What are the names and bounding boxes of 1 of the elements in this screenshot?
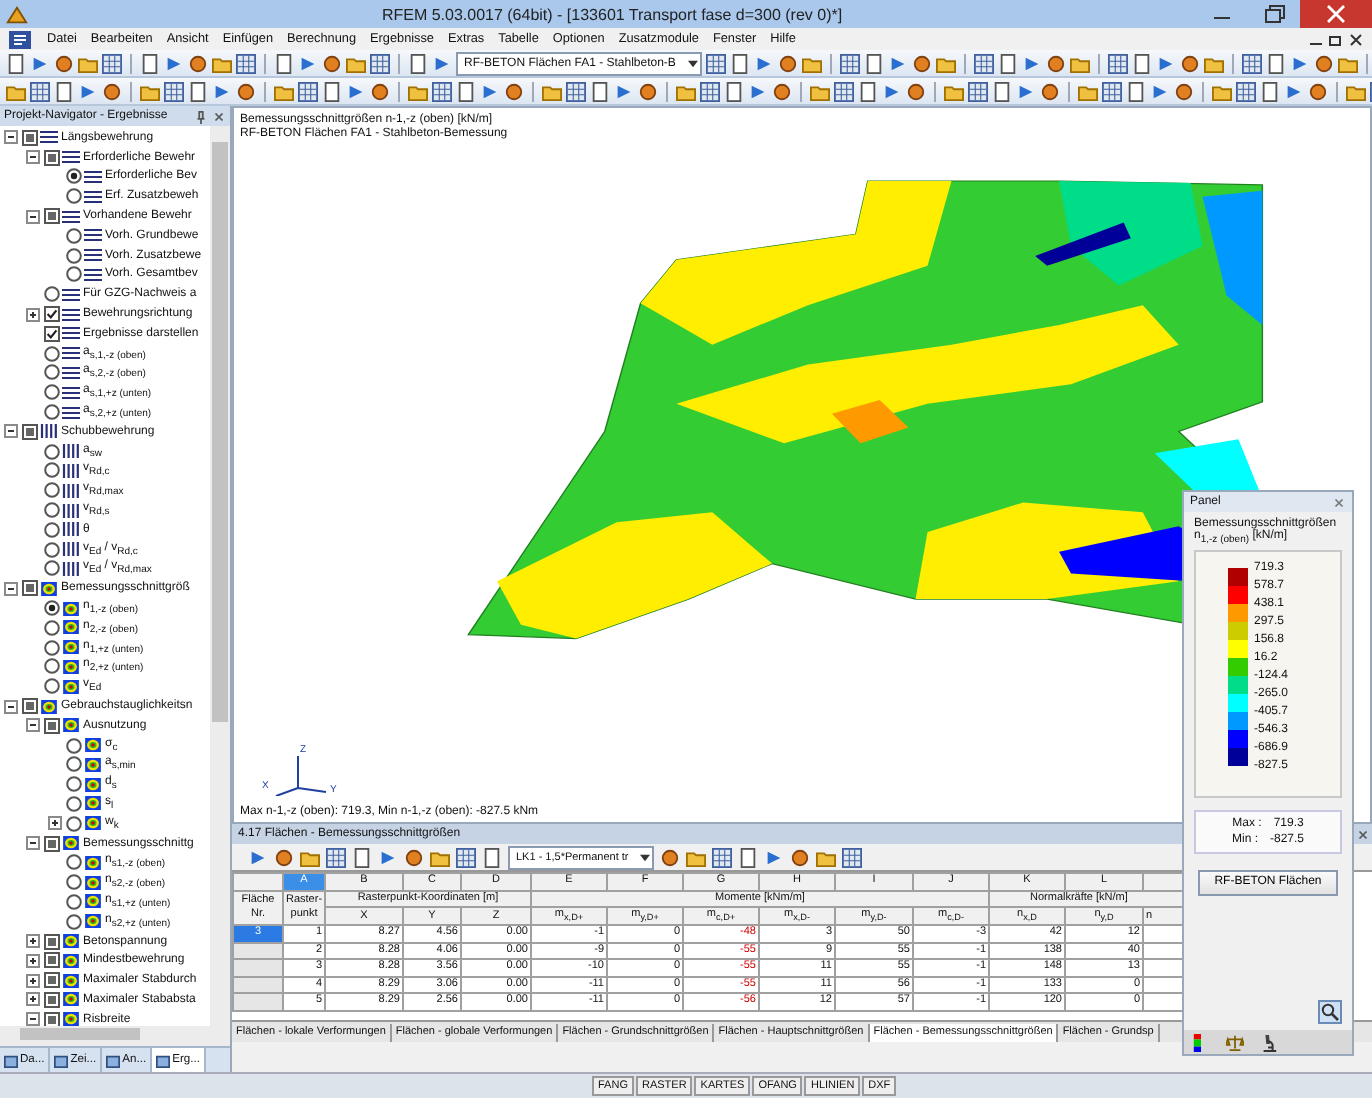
window-title: RFEM 5.03.0017 (64bit) - [133601 Transport fase d=300 (rev 0)*] [379, 5, 845, 23]
